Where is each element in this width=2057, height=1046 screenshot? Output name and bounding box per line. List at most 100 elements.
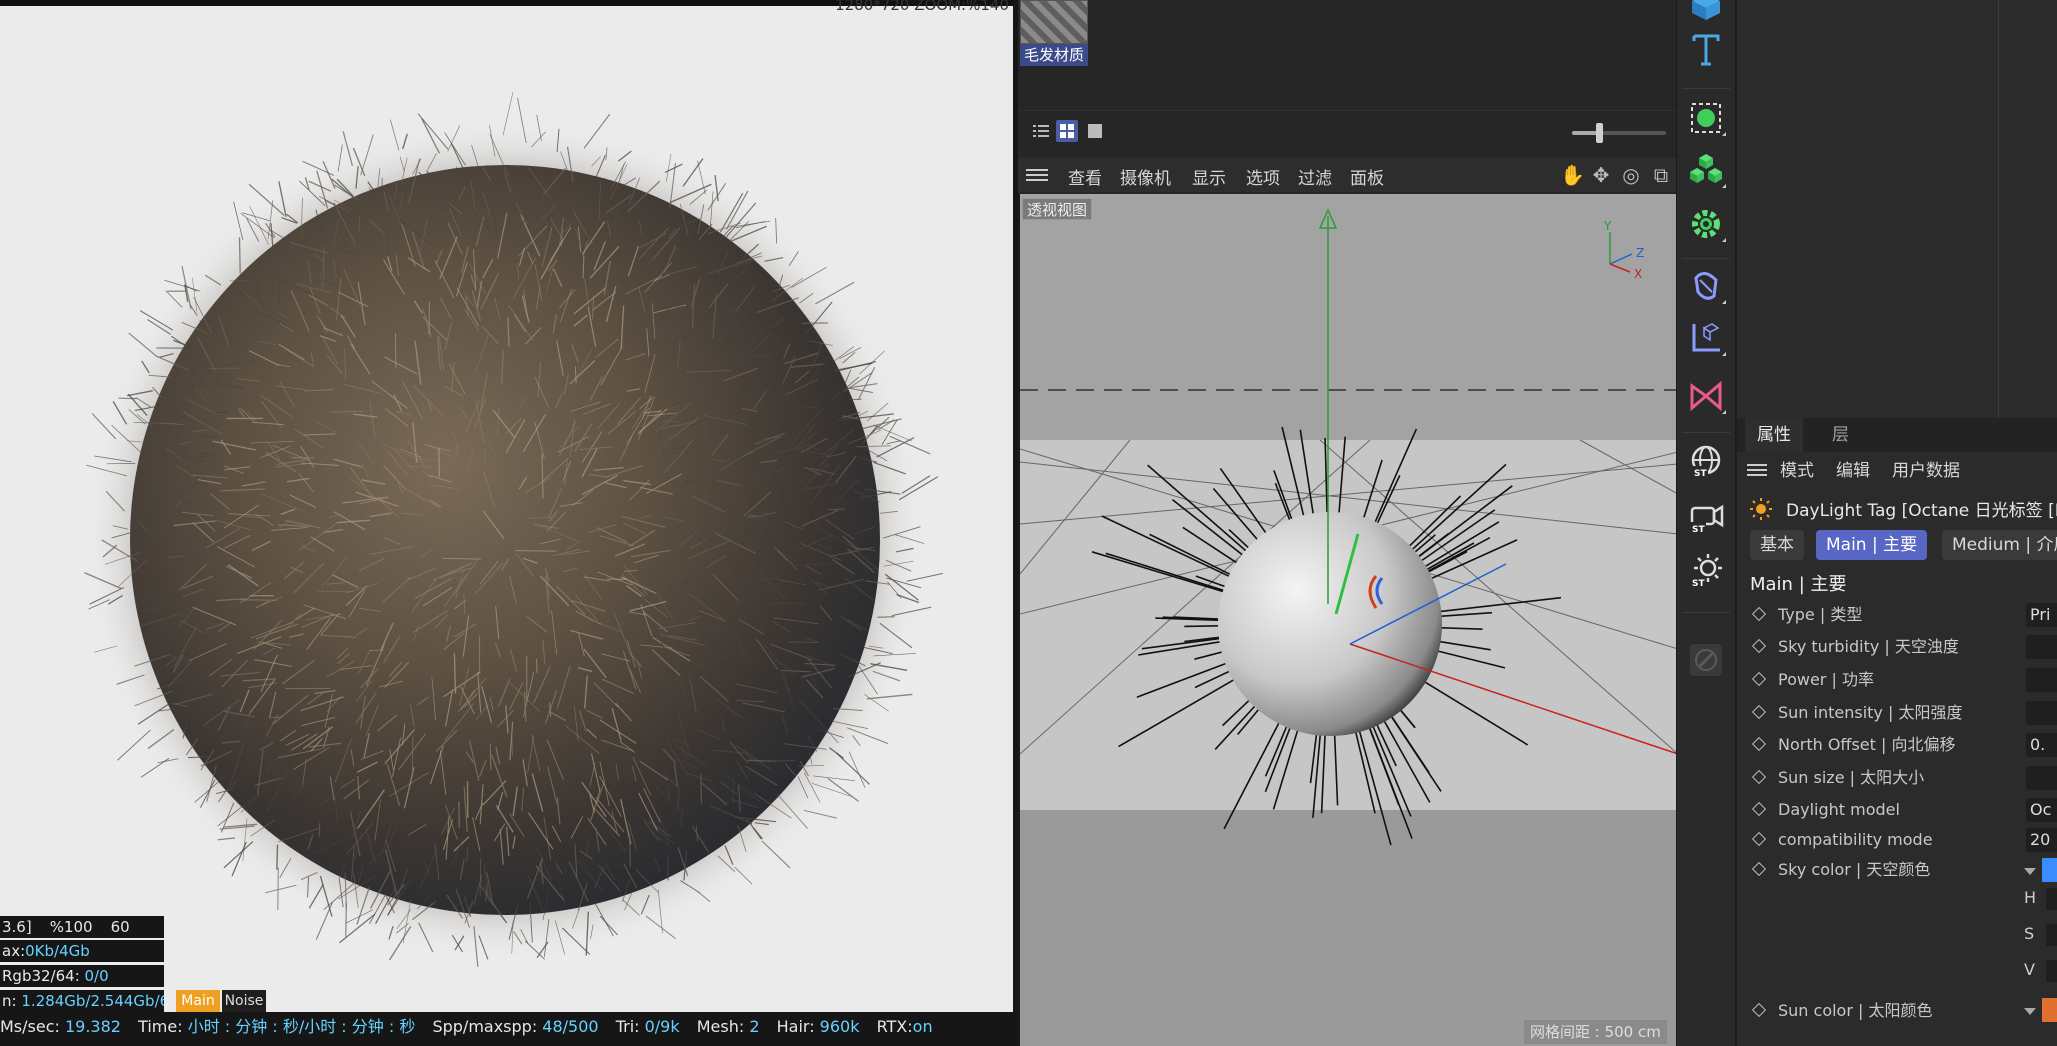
object-manager[interactable] xyxy=(1737,0,2057,418)
tool-separator xyxy=(1682,432,1730,433)
keyframe-diamond-icon[interactable] xyxy=(1751,801,1767,817)
grid-spacing-label: 网格间距 : 500 cm xyxy=(1524,1020,1667,1044)
keyframe-diamond-icon[interactable] xyxy=(1751,861,1767,877)
material-name-label[interactable]: 毛发材质 xyxy=(1020,44,1088,66)
single-view-icon[interactable] xyxy=(1084,120,1106,142)
axis-z-label: Z xyxy=(1636,246,1644,260)
property-daylight-model: Daylight model xyxy=(1750,797,1900,823)
coordinate-icon[interactable] xyxy=(1682,314,1730,362)
property-power-value[interactable] xyxy=(2026,668,2057,692)
rotate-view-icon[interactable]: ◎ xyxy=(1620,164,1642,186)
null-object-icon[interactable] xyxy=(1682,94,1730,142)
thumbnail-size-slider-knob[interactable] xyxy=(1596,123,1603,143)
viewport-menu-icon[interactable] xyxy=(1026,166,1048,184)
render-resolution-text: 1280*720 ZOOM:%140 xyxy=(835,0,1009,14)
hsv-s-field[interactable] xyxy=(2046,924,2057,946)
cloner-icon[interactable] xyxy=(1682,146,1730,194)
svg-text:ST: ST xyxy=(1692,525,1705,535)
property-sky-color: Sky color | 天空颜色 xyxy=(1750,857,1930,883)
property-north-offset: North Offset | 向北偏移 xyxy=(1750,732,1955,758)
keyframe-diamond-icon[interactable] xyxy=(1751,606,1767,622)
viewport-menu-view[interactable]: 查看 xyxy=(1068,164,1102,189)
tool-separator xyxy=(1682,612,1730,613)
property-sky-turbidity-value[interactable] xyxy=(2026,635,2057,659)
render-stat-row: Rgb32/64: 0/0 xyxy=(0,965,164,987)
edit-disabled-icon[interactable] xyxy=(1682,636,1730,684)
property-power: Power | 功率 xyxy=(1750,667,1874,693)
property-sun-size-value[interactable] xyxy=(2026,766,2057,790)
st-globe-icon[interactable]: ST xyxy=(1682,438,1730,486)
keyframe-diamond-icon[interactable] xyxy=(1751,704,1767,720)
keyframe-diamond-icon[interactable] xyxy=(1751,769,1767,785)
property-sun-intensity-value[interactable] xyxy=(2026,701,2057,725)
tab-attributes[interactable]: 属性 xyxy=(1745,418,1803,452)
hsv-s-label: S xyxy=(2024,924,2035,943)
object-manager-column-divider[interactable] xyxy=(1998,0,1999,418)
deformer-icon[interactable] xyxy=(1682,262,1730,310)
effector-gear-icon[interactable] xyxy=(1682,200,1730,248)
attr-menu-user-data[interactable]: 用户数据 xyxy=(1892,456,1960,481)
pan-hand-icon[interactable]: ✋ xyxy=(1560,164,1585,186)
property-type: Type | 类型 xyxy=(1750,602,1862,628)
hsv-v-field[interactable] xyxy=(2046,960,2057,982)
property-type-value[interactable]: Pri xyxy=(2026,603,2057,627)
keyframe-diamond-icon[interactable] xyxy=(1751,671,1767,687)
render-mode-main-tab[interactable]: Main xyxy=(176,990,220,1012)
hsv-h-field[interactable] xyxy=(2046,888,2057,910)
property-sun-size: Sun size | 太阳大小 xyxy=(1750,765,1924,791)
text-icon[interactable] xyxy=(1682,26,1730,74)
list-view-icon[interactable] xyxy=(1030,120,1052,142)
render-status-bar: Ms/sec: 19.382 Time: 小时 : 分钟 : 秒/小时 : 分钟… xyxy=(0,1012,1013,1046)
keyframe-diamond-icon[interactable] xyxy=(1751,831,1767,847)
sky-color-expand-icon[interactable] xyxy=(2024,868,2036,875)
viewport-menu-camera[interactable]: 摄像机 xyxy=(1120,164,1171,189)
spline-pen-icon[interactable] xyxy=(1682,372,1730,420)
attr-menu-edit[interactable]: 编辑 xyxy=(1836,456,1870,481)
st-camera-icon[interactable]: ST xyxy=(1682,494,1730,542)
viewport-name-label[interactable]: 透视视图 xyxy=(1022,198,1093,220)
tool-separator xyxy=(1682,88,1730,89)
attribute-menu-icon[interactable] xyxy=(1747,461,1767,477)
subtab-basic[interactable]: 基本 xyxy=(1750,530,1804,560)
section-title: Main | 主要 xyxy=(1750,574,1847,595)
subtab-medium[interactable]: Medium | 介质 xyxy=(1942,530,2057,560)
sky-color-swatch[interactable] xyxy=(2042,858,2057,882)
hsv-v-label: V xyxy=(2024,960,2035,979)
tab-layers[interactable]: 层 xyxy=(1822,418,1859,452)
property-compatibility-mode-value[interactable]: 20 xyxy=(2026,828,2057,852)
attr-menu-mode[interactable]: 模式 xyxy=(1780,456,1814,481)
sun-color-expand-icon[interactable] xyxy=(2024,1008,2036,1015)
render-stat-row: ax:0Kb/4Gb xyxy=(0,940,164,962)
material-thumbnail[interactable] xyxy=(1020,0,1088,44)
maximize-view-icon[interactable]: ⧉ xyxy=(1650,164,1672,186)
axis-x-label: X xyxy=(1634,267,1642,281)
grid-view-icon[interactable] xyxy=(1056,120,1078,142)
keyframe-diamond-icon[interactable] xyxy=(1751,736,1767,752)
tag-title: DayLight Tag [Octane 日光标签 [D xyxy=(1786,501,2057,521)
property-sun-intensity: Sun intensity | 太阳强度 xyxy=(1750,700,1962,726)
viewport-menu-filter[interactable]: 过滤 xyxy=(1298,164,1332,189)
sun-color-swatch[interactable] xyxy=(2042,998,2057,1022)
render-view[interactable]: 1280*720 ZOOM:%140 3.6] %100 60 ax:0Kb/4Gb… xyxy=(0,0,1013,1046)
viewport-menu-panel[interactable]: 面板 xyxy=(1350,164,1384,189)
render-stat-row: 3.6] %100 60 xyxy=(0,916,164,938)
viewport-menu-display[interactable]: 显示 xyxy=(1192,164,1226,189)
move-view-icon[interactable]: ✥ xyxy=(1590,164,1612,186)
viewport-menu-options[interactable]: 选项 xyxy=(1246,164,1280,189)
perspective-viewport[interactable]: Y Z X xyxy=(1018,194,1676,1046)
svg-text:ST: ST xyxy=(1694,469,1707,479)
property-north-offset-value[interactable]: 0. xyxy=(2026,733,2057,757)
sun-icon xyxy=(1750,498,1772,520)
tool-separator xyxy=(1682,258,1730,259)
viewport-scene: Y Z X xyxy=(1020,194,1676,1046)
property-compatibility-mode: compatibility mode xyxy=(1750,827,1933,853)
subtab-main[interactable]: Main | 主要 xyxy=(1816,530,1928,560)
render-mode-noise-tab[interactable]: Noise xyxy=(222,990,266,1012)
property-sky-turbidity: Sky turbidity | 天空浊度 xyxy=(1750,634,1959,660)
axis-y-label: Y xyxy=(1603,219,1612,233)
st-light-icon[interactable]: ST xyxy=(1682,548,1730,596)
keyframe-diamond-icon[interactable] xyxy=(1751,638,1767,654)
property-sun-color: Sun color | 太阳颜色 xyxy=(1750,998,1933,1024)
property-daylight-model-value[interactable]: Oc xyxy=(2026,798,2057,822)
keyframe-diamond-icon[interactable] xyxy=(1751,1002,1767,1018)
